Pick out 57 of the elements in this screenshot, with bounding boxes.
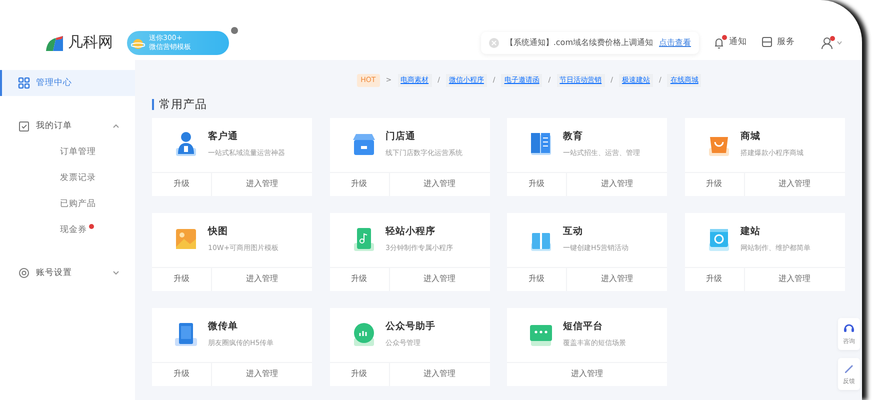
manage-button[interactable]: 进入管理 (744, 268, 844, 290)
logo-icon (44, 34, 64, 52)
manage-button[interactable]: 进入管理 (567, 172, 667, 196)
notice-link[interactable]: 点击查看 (659, 36, 691, 48)
sidebar-item[interactable]: 账号设置 (0, 260, 135, 286)
product-title: 客户通 (208, 130, 239, 144)
notice-text: 【系统通知】.com域名续费价格上调通知 (505, 36, 653, 48)
product-title: 短信平台 (563, 320, 604, 334)
manage-button[interactable]: 进入管理 (390, 172, 490, 196)
window-icon[interactable] (761, 36, 773, 49)
product-title: 互动 (563, 224, 584, 238)
product-title: 公众号助手 (386, 320, 436, 334)
product-title: 快图 (208, 224, 229, 238)
manage-button[interactable]: 进入管理 (507, 362, 667, 386)
header-link[interactable]: 通知 (729, 36, 747, 49)
product-title: 教育 (563, 130, 584, 144)
upgrade-button[interactable]: 升级 (330, 268, 390, 290)
clipboard-icon (18, 120, 30, 132)
upgrade-button[interactable]: 升级 (152, 172, 212, 196)
section-title: 常用产品 (152, 98, 207, 110)
product-title: 门店通 (386, 130, 416, 144)
upgrade-button[interactable]: 升级 (684, 268, 744, 290)
upgrade-button[interactable]: 升级 (152, 362, 212, 386)
sidebar-subitem[interactable]: 订单管理 (0, 139, 135, 165)
upgrade-button[interactable]: 升级 (330, 172, 390, 196)
sidebar-subitem[interactable]: 发票记录 (0, 165, 135, 191)
product-title: 建站 (740, 224, 762, 238)
sidebar-subitem[interactable]: 现金券 (0, 217, 135, 243)
upgrade-button[interactable]: 升级 (152, 268, 212, 290)
manage-button[interactable]: 进入管理 (390, 268, 490, 290)
manage-button[interactable]: 进入管理 (567, 268, 667, 290)
bell-icon[interactable] (713, 36, 725, 49)
gear-icon (18, 267, 30, 279)
upgrade-button[interactable]: 升级 (507, 268, 567, 290)
pencil-icon (843, 362, 855, 374)
sidebar-subitem[interactable]: 已购产品 (0, 191, 135, 217)
upgrade-button[interactable]: 升级 (507, 172, 567, 196)
manage-button[interactable]: 进入管理 (212, 362, 312, 386)
manage-button[interactable]: 进入管理 (390, 362, 490, 386)
manage-button[interactable]: 进入管理 (744, 172, 844, 196)
manage-button[interactable]: 进入管理 (212, 172, 312, 196)
grid-icon (18, 77, 30, 89)
headset-icon (843, 322, 855, 334)
user-icon[interactable] (821, 36, 833, 48)
sidebar-item[interactable]: 管理中心 (0, 70, 135, 96)
product-title: 轻站小程序 (386, 224, 436, 238)
product-title: 微传单 (208, 320, 239, 334)
manage-button[interactable]: 进入管理 (212, 268, 312, 290)
planet-icon (131, 36, 145, 50)
product-title: 商城 (740, 130, 762, 144)
caret-down-icon (113, 271, 119, 275)
caret-up-icon (113, 124, 119, 128)
header-link[interactable]: 服务 (777, 36, 795, 49)
upgrade-button[interactable]: 升级 (684, 172, 744, 196)
upgrade-button[interactable]: 升级 (330, 362, 390, 386)
logo-text: 凡科网 (68, 32, 113, 54)
sidebar-item[interactable]: 我的订单 (0, 113, 135, 139)
